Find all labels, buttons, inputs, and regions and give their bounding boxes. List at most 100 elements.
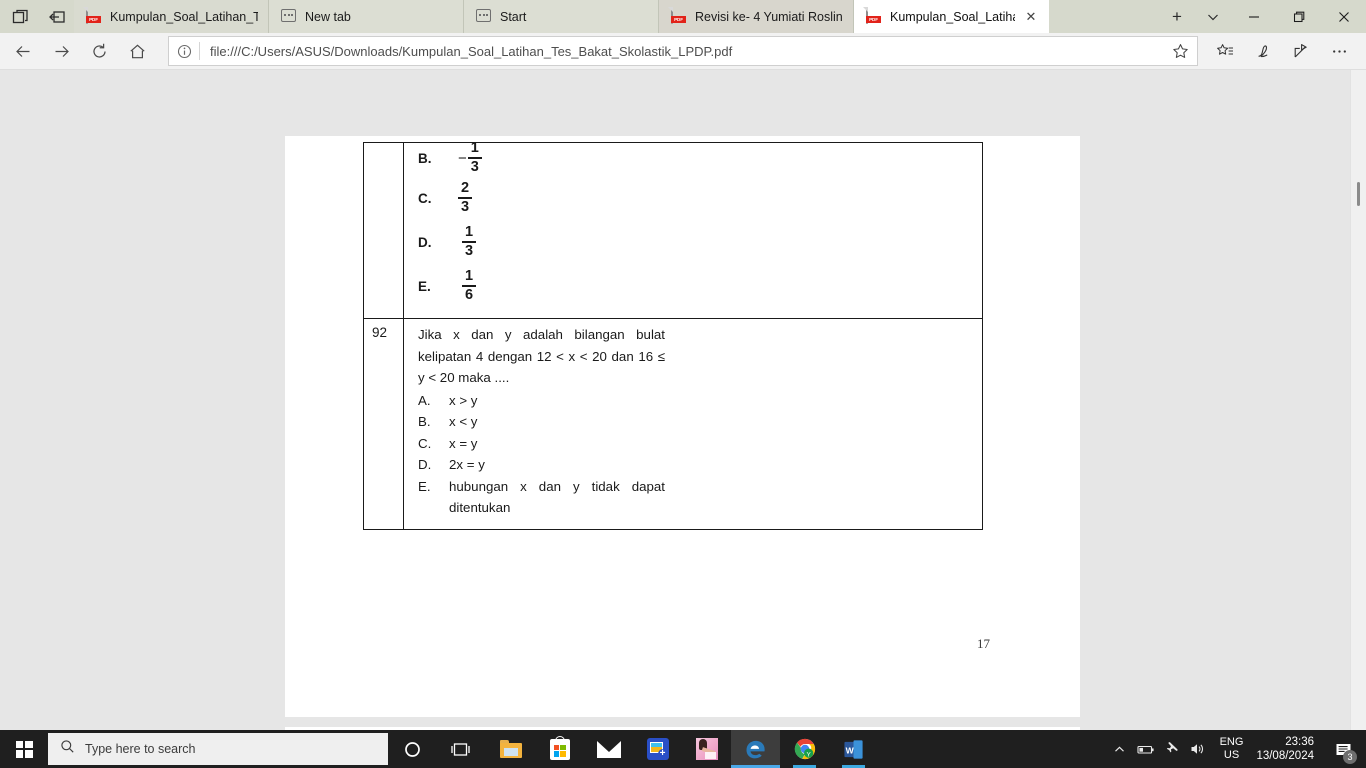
site-info-icon[interactable] bbox=[169, 44, 199, 59]
chevron-down-icon[interactable] bbox=[1195, 0, 1231, 33]
taskbar-app-microsoft-edge[interactable] bbox=[731, 730, 780, 768]
clock[interactable]: 23:36 13/08/2024 bbox=[1252, 730, 1326, 768]
question-number-blank bbox=[364, 143, 404, 318]
svg-text:Y: Y bbox=[806, 751, 811, 758]
close-button[interactable] bbox=[1321, 0, 1366, 33]
pdf-page-17: B. − 1 3 C. 2 3 D. 1 3 E. 1 6 92 Jika x … bbox=[285, 136, 1080, 717]
address-input[interactable]: file:///C:/Users/ASUS/Downloads/Kumpulan… bbox=[200, 44, 1163, 59]
language-line-1: ENG bbox=[1219, 736, 1244, 748]
fraction-numerator: 1 bbox=[465, 223, 474, 240]
taskbar-app-mail[interactable] bbox=[584, 730, 633, 768]
table-row-question-92: 92 Jika x dan y adalah bilangan bulat ke… bbox=[364, 318, 982, 529]
fraction-numerator: 1 bbox=[470, 139, 479, 156]
option-label: C. bbox=[418, 435, 432, 451]
tab-label: Start bbox=[500, 9, 527, 24]
start-button[interactable] bbox=[0, 730, 48, 768]
airplane-mode-icon[interactable] bbox=[1159, 730, 1185, 768]
fraction-denominator: 6 bbox=[465, 286, 474, 303]
search-placeholder: Type here to search bbox=[85, 742, 196, 756]
minimize-button[interactable] bbox=[1231, 0, 1276, 33]
tab-label: New tab bbox=[305, 9, 351, 24]
question-number: 92 bbox=[364, 319, 404, 529]
taskbar-app-file-explorer[interactable] bbox=[486, 730, 535, 768]
envelope-icon bbox=[596, 740, 621, 758]
fraction-expression: 1 3 bbox=[462, 223, 477, 259]
tab-revisi-ke-4-yumiati[interactable]: Revisi ke- 4 Yumiati Roslind bbox=[659, 0, 854, 33]
chevron-up-icon[interactable] bbox=[1107, 730, 1133, 768]
viewer-scrollbar[interactable] bbox=[1350, 70, 1366, 730]
pdf-viewer[interactable]: B. − 1 3 C. 2 3 D. 1 3 E. 1 6 92 Jika x … bbox=[0, 70, 1366, 730]
option-c: C. 2 3 bbox=[418, 176, 972, 220]
windows-taskbar: Type here to search + Y W ENG US 23:36 1… bbox=[0, 730, 1366, 768]
tab-strip-left-actions bbox=[0, 0, 74, 33]
taskbar-app-microsoft-store[interactable] bbox=[535, 730, 584, 768]
close-icon[interactable]: ✕ bbox=[1023, 9, 1039, 25]
star-icon[interactable] bbox=[1163, 37, 1197, 65]
language-indicator[interactable]: ENG US bbox=[1211, 730, 1253, 768]
speaker-icon[interactable] bbox=[1185, 730, 1211, 768]
tab-overview-icon[interactable] bbox=[10, 6, 32, 28]
tab-kumpulan-soal-latihan-tes[interactable]: Kumpulan_Soal_Latihan_Tes bbox=[74, 0, 269, 33]
option-text: x = y bbox=[449, 435, 478, 451]
browser-window: Kumpulan_Soal_Latihan_Tes New tab Start … bbox=[0, 0, 1366, 730]
taskbar-app-microsoft-word[interactable]: W bbox=[829, 730, 878, 768]
question-92-body: Jika x dan y adalah bilangan bulat kelip… bbox=[404, 319, 982, 529]
search-input[interactable]: Type here to search bbox=[48, 733, 388, 765]
generic-page-icon bbox=[476, 8, 492, 25]
notification-icon[interactable]: 3 bbox=[1326, 730, 1360, 768]
web-notes-pen-icon[interactable] bbox=[1244, 35, 1282, 67]
option-text: 2x = y bbox=[449, 457, 485, 472]
taskbar-apps: + Y W bbox=[486, 730, 878, 768]
home-button[interactable] bbox=[118, 35, 156, 67]
share-icon[interactable] bbox=[1282, 35, 1320, 67]
tab-new-tab[interactable]: New tab bbox=[269, 0, 464, 33]
tab-label: Kumpulan_Soal_Latihan_Tes bbox=[110, 9, 258, 24]
set-tabs-aside-icon[interactable] bbox=[46, 6, 68, 28]
forward-button[interactable] bbox=[42, 35, 80, 67]
table-row-previous-question: B. − 1 3 C. 2 3 D. 1 3 E. 1 6 bbox=[364, 139, 982, 318]
fraction-expression: − 1 3 bbox=[458, 139, 482, 175]
option-text: x < y bbox=[449, 414, 478, 429]
store-bag-icon bbox=[549, 735, 570, 760]
system-tray: ENG US 23:36 13/08/2024 3 bbox=[1107, 730, 1366, 768]
fraction-expression: 1 6 bbox=[462, 267, 477, 303]
taskbar-app-google-chrome[interactable]: Y bbox=[780, 730, 829, 768]
refresh-button[interactable] bbox=[80, 35, 118, 67]
page-number: 17 bbox=[977, 636, 990, 651]
fraction-numerator: 1 bbox=[465, 267, 474, 284]
option-label: A. bbox=[418, 392, 431, 408]
address-bar[interactable]: file:///C:/Users/ASUS/Downloads/Kumpulan… bbox=[168, 36, 1198, 66]
svg-text:W: W bbox=[846, 745, 855, 755]
taskbar-app-photos-add[interactable]: + bbox=[633, 730, 682, 768]
photo-thumbnail-icon bbox=[695, 738, 718, 760]
favorites-list-icon[interactable] bbox=[1206, 35, 1244, 67]
tab-kumpulan-soal-latihan-active[interactable]: Kumpulan_Soal_Latihan ✕ bbox=[854, 0, 1049, 33]
new-tab-button[interactable]: + bbox=[1159, 0, 1195, 33]
option-text: hubungan x dan y tidak dapat ditentukan bbox=[449, 478, 665, 516]
questions-table: B. − 1 3 C. 2 3 D. 1 3 E. 1 6 92 Jika x … bbox=[363, 139, 983, 530]
window-controls bbox=[1231, 0, 1366, 33]
chrome-icon: Y bbox=[794, 738, 816, 760]
fraction: 1 6 bbox=[462, 267, 477, 303]
generic-page-icon bbox=[281, 8, 297, 25]
option-e: E. hubungan x dan y tidak dapat ditentuk… bbox=[418, 476, 972, 519]
fraction-expression: 2 3 bbox=[458, 180, 473, 215]
pdf-icon bbox=[866, 7, 882, 25]
more-ellipsis-icon[interactable] bbox=[1320, 35, 1358, 67]
battery-icon[interactable] bbox=[1133, 730, 1159, 768]
option-label: D. bbox=[418, 234, 432, 250]
restore-button[interactable] bbox=[1276, 0, 1321, 33]
scrollbar-thumb[interactable] bbox=[1357, 182, 1360, 206]
question-92-options: A. x > y B. x < y C. x = y D. 2x = y E. … bbox=[418, 390, 972, 519]
back-button[interactable] bbox=[4, 35, 42, 67]
add-photo-icon: + bbox=[646, 738, 669, 760]
option-text: x > y bbox=[449, 392, 478, 408]
clock-date: 13/08/2024 bbox=[1256, 750, 1314, 762]
tabs-container: Kumpulan_Soal_Latihan_Tes New tab Start … bbox=[74, 0, 1159, 33]
taskbar-app-image-thumbnail[interactable] bbox=[682, 730, 731, 768]
folder-icon bbox=[499, 740, 522, 758]
language-line-2: US bbox=[1223, 749, 1240, 761]
tab-start[interactable]: Start bbox=[464, 0, 659, 33]
task-view-icon[interactable] bbox=[436, 730, 484, 768]
cortana-circle-icon[interactable] bbox=[388, 730, 436, 768]
